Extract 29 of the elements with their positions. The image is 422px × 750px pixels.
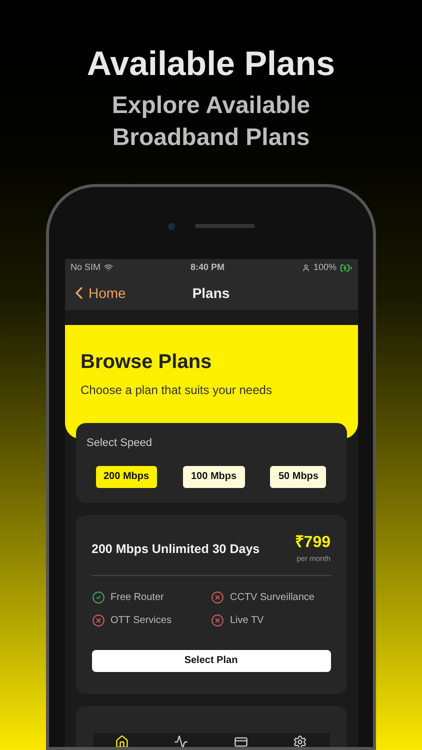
speaker-grille	[194, 224, 254, 228]
plan-name: 200 Mbps Unlimited 30 Days	[92, 540, 260, 558]
subheadline: Explore Available Broadband Plans	[110, 91, 312, 153]
camera-icon	[168, 222, 174, 230]
header-subtitle: Choose a plan that suits your needs	[80, 382, 273, 399]
header-title: Browse Plans	[80, 350, 213, 375]
back-button[interactable]: Home	[68, 282, 126, 304]
card-tab-icon[interactable]	[234, 735, 248, 747]
select-plan-button[interactable]: Select Plan	[92, 650, 330, 672]
battery-percent: 100%	[313, 260, 336, 274]
activity-tab-icon[interactable]	[174, 735, 188, 747]
feature-label: Live TV	[230, 614, 264, 628]
settings-tab-icon[interactable]	[292, 735, 307, 747]
plan-price: ₹799	[294, 532, 330, 552]
person-icon	[302, 264, 310, 272]
speed-option[interactable]: 50 Mbps	[270, 466, 326, 488]
battery-icon	[340, 262, 352, 274]
speed-option[interactable]: 200 Mbps	[96, 466, 158, 488]
speed-label: Select Speed	[86, 436, 153, 451]
feature-label: OTT Services	[110, 614, 172, 628]
status-carrier: No SIM	[70, 260, 101, 274]
wifi-icon	[104, 263, 113, 272]
feature-label: CCTV Surveillance	[230, 590, 314, 605]
nav-title: Plans	[192, 284, 230, 302]
status-time: 8:40 PM	[190, 260, 224, 274]
headline: Available Plans	[86, 44, 336, 84]
home-tab-icon[interactable]	[115, 735, 130, 747]
speed-option[interactable]: 100 Mbps	[182, 466, 245, 488]
feature-label: Free Router	[110, 590, 164, 605]
